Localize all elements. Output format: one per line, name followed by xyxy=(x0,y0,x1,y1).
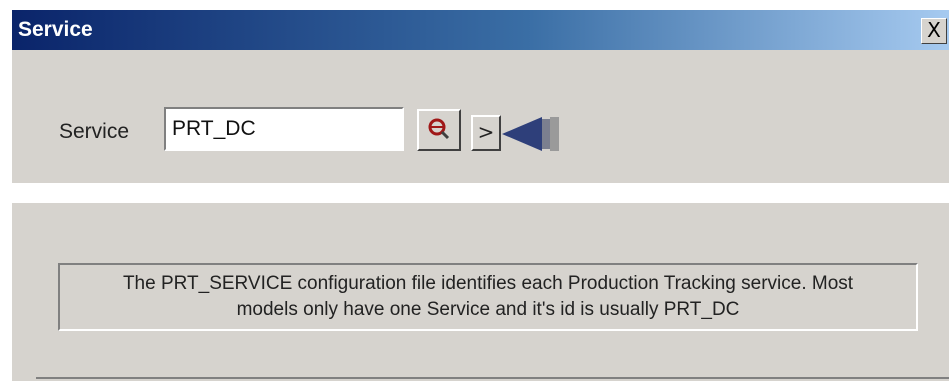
service-dialog: Service X Service PRT_DC > The PRT_SERVI… xyxy=(10,8,949,381)
close-icon: X xyxy=(927,18,941,42)
service-label: Service xyxy=(59,120,130,143)
info-text-line-2: models only have one Service and it's id… xyxy=(236,299,740,320)
close-button[interactable]: X xyxy=(921,18,947,44)
go-button[interactable]: > xyxy=(471,115,501,151)
window-title: Service xyxy=(18,18,93,41)
search-icon xyxy=(428,118,450,140)
info-box: The PRT_SERVICE configuration file ident… xyxy=(58,263,918,331)
title-bar[interactable]: Service X xyxy=(12,10,949,50)
info-text-line-1: The PRT_SERVICE configuration file ident… xyxy=(122,273,854,294)
arrow-pointer-icon xyxy=(502,117,559,151)
service-input[interactable]: PRT_DC xyxy=(164,107,404,151)
separator xyxy=(12,183,949,203)
search-button[interactable] xyxy=(417,109,461,151)
bottom-divider xyxy=(36,377,949,379)
